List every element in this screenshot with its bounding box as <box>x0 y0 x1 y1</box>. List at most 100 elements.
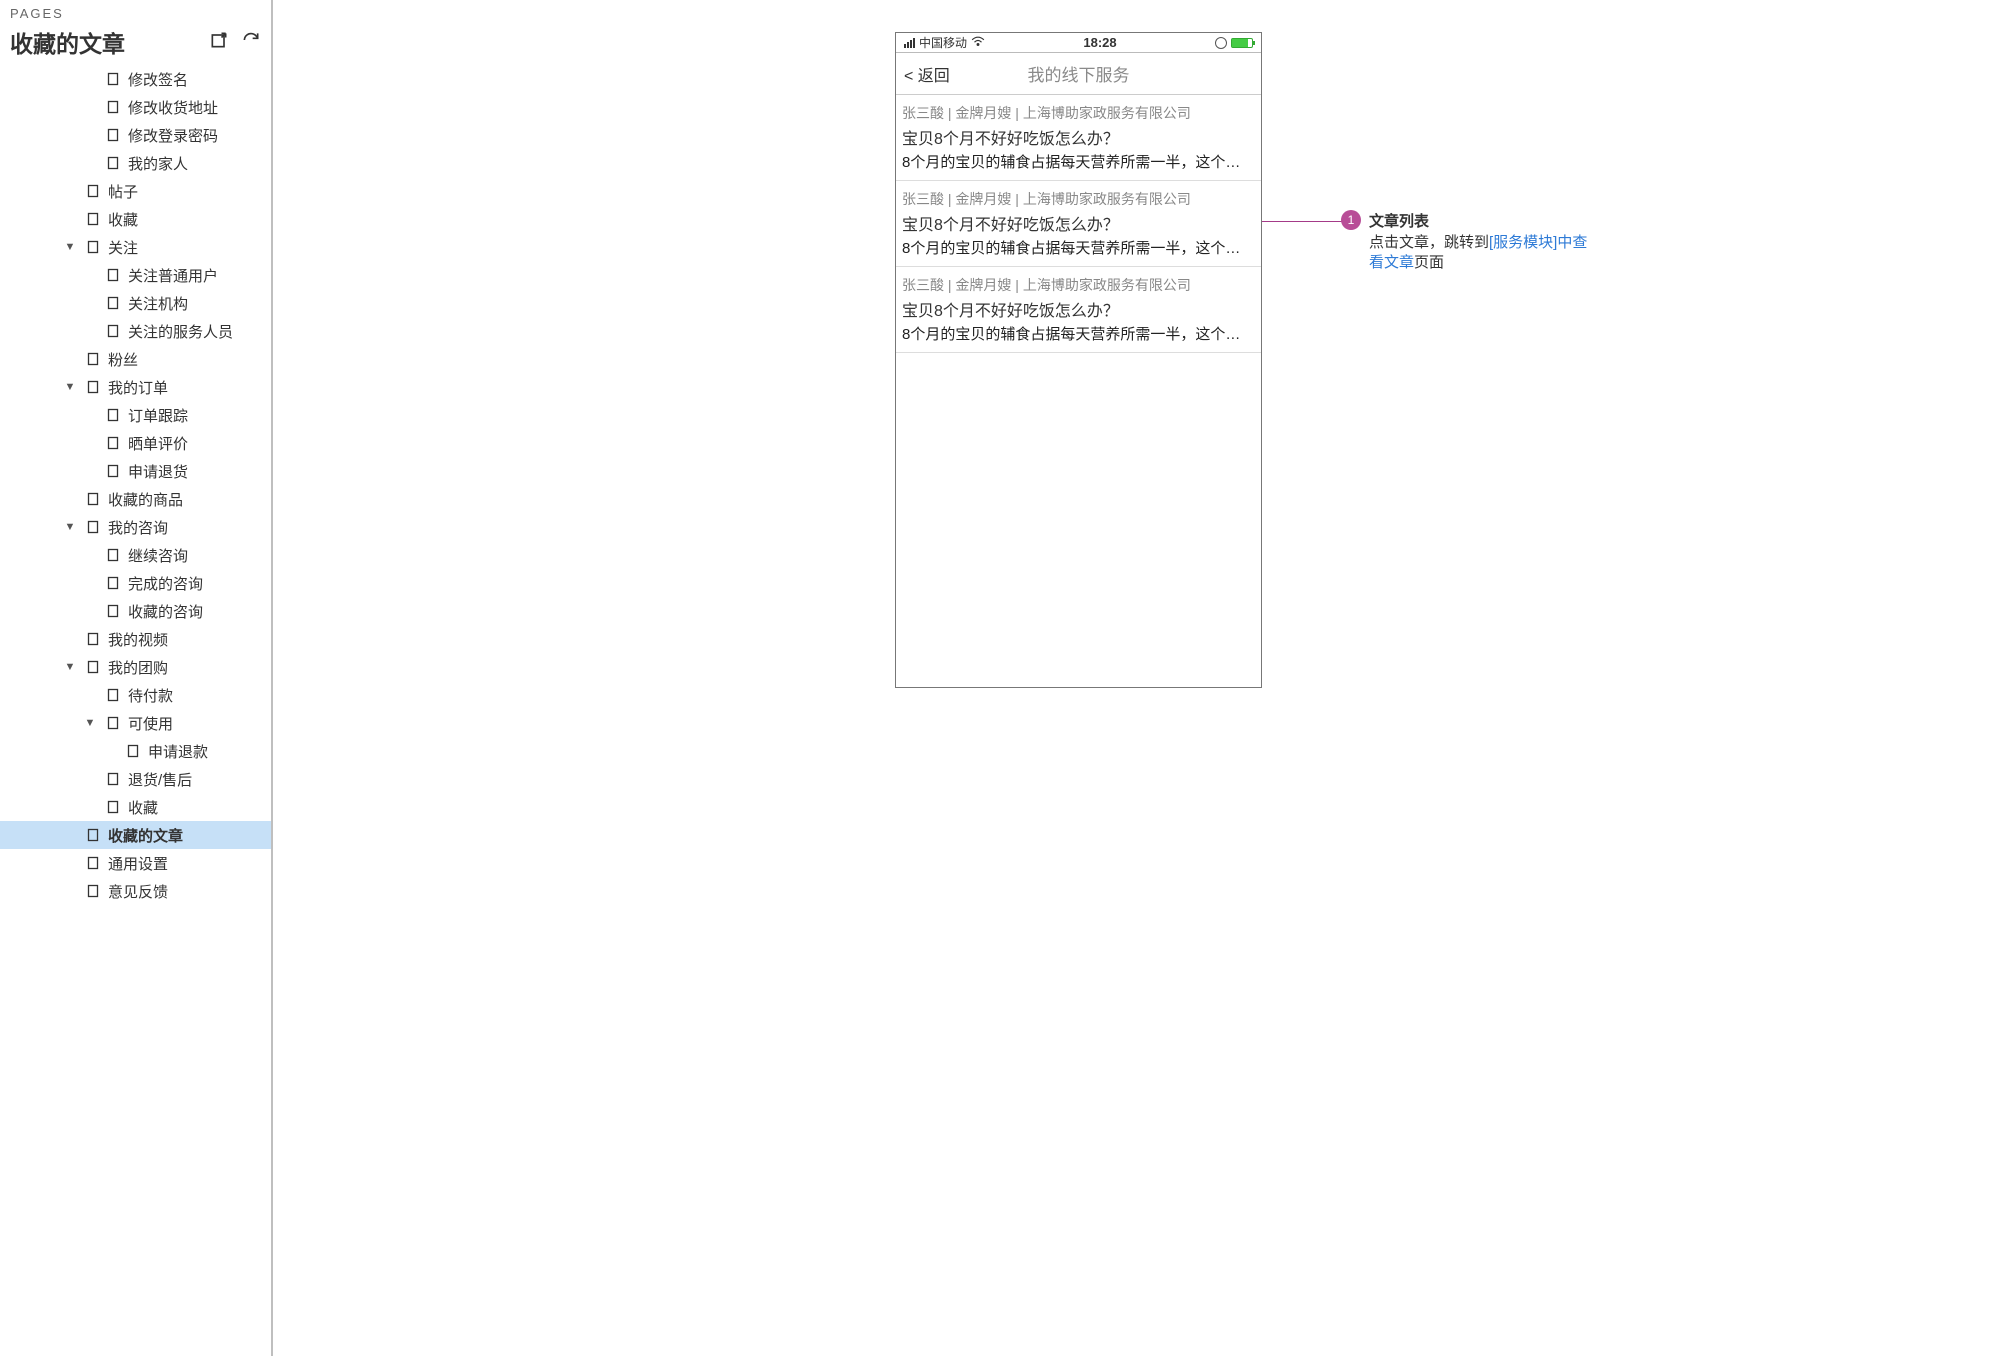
tree-node[interactable]: ▼ 可使用 <box>0 709 271 737</box>
page-icon <box>106 100 120 114</box>
page-icon <box>86 184 100 198</box>
status-bar: 中国移动 18:28 <box>896 33 1261 53</box>
tree-node-label: 关注的服务人员 <box>128 321 233 342</box>
tree-node-label: 可使用 <box>128 713 173 734</box>
tree-node[interactable]: 意见反馈 <box>0 877 271 905</box>
page-icon <box>106 576 120 590</box>
page-icon <box>106 436 120 450</box>
tree-node[interactable]: 关注普通用户 <box>0 261 271 289</box>
page-icon <box>106 800 120 814</box>
page-icon <box>86 884 100 898</box>
tree-node-label: 晒单评价 <box>128 433 188 454</box>
article-meta: 张三酸 | 金牌月嫂 | 上海博助家政服务有限公司 <box>902 103 1255 123</box>
tree-node-label: 通用设置 <box>108 853 168 874</box>
sidebar-header: PAGES 收藏的文章 <box>0 0 271 63</box>
tree-node-label: 我的家人 <box>128 153 188 174</box>
phone-mock: 中国移动 18:28 < 返回 我的线下服务 张三酸 | 金牌月嫂 | 上海博助… <box>895 32 1262 688</box>
tree-node[interactable]: 申请退款 <box>0 737 271 765</box>
page-icon <box>106 156 120 170</box>
page-icon <box>106 408 120 422</box>
tree-node-label: 修改收货地址 <box>128 97 218 118</box>
annotation-text-after: 页面 <box>1414 254 1444 271</box>
page-icon <box>106 772 120 786</box>
canvas: 中国移动 18:28 < 返回 我的线下服务 张三酸 | 金牌月嫂 | 上海博助… <box>273 0 1990 1356</box>
article-item[interactable]: 张三酸 | 金牌月嫂 | 上海博助家政服务有限公司宝贝8个月不好好吃饭怎么办？8… <box>896 181 1261 267</box>
tree-node[interactable]: ▼我的团购 <box>0 653 271 681</box>
article-item[interactable]: 张三酸 | 金牌月嫂 | 上海博助家政服务有限公司宝贝8个月不好好吃饭怎么办？8… <box>896 267 1261 353</box>
chevron-down-icon[interactable]: ▼ <box>64 241 76 253</box>
tree-node-label: 申请退款 <box>148 741 208 762</box>
chevron-down-icon[interactable]: ▼ <box>84 717 96 729</box>
tree-node-label: 退货/售后 <box>128 769 192 790</box>
tree-node[interactable]: 帖子 <box>0 177 271 205</box>
tree-node[interactable]: 订单跟踪 <box>0 401 271 429</box>
tree-node[interactable]: 通用设置 <box>0 849 271 877</box>
page-icon <box>86 492 100 506</box>
tree-node[interactable]: 修改签名 <box>0 65 271 93</box>
tree-node[interactable]: 收藏的文章 <box>0 821 271 849</box>
tree-node[interactable]: 修改收货地址 <box>0 93 271 121</box>
page-icon <box>106 324 120 338</box>
status-time: 18:28 <box>1083 35 1116 50</box>
page-title: 收藏的文章 <box>10 25 125 59</box>
tree-node[interactable]: 完成的咨询 <box>0 569 271 597</box>
tree-node[interactable]: 继续咨询 <box>0 541 271 569</box>
tree-node-label: 帖子 <box>108 181 138 202</box>
tree-node[interactable]: 关注的服务人员 <box>0 317 271 345</box>
article-meta: 张三酸 | 金牌月嫂 | 上海博助家政服务有限公司 <box>902 275 1255 295</box>
tree-node[interactable]: 我的家人 <box>0 149 271 177</box>
title-row: 收藏的文章 <box>10 25 261 59</box>
export-icon[interactable] <box>209 30 229 55</box>
alarm-icon <box>1215 37 1227 49</box>
back-button[interactable]: < 返回 <box>904 62 950 86</box>
refresh-icon[interactable] <box>241 30 261 55</box>
tree-node[interactable]: 收藏 <box>0 205 271 233</box>
tree-node[interactable]: 收藏的咨询 <box>0 597 271 625</box>
annotation-text: 点击文章，跳转到[服务模块]中查看文章页面 <box>1369 233 1589 274</box>
article-meta: 张三酸 | 金牌月嫂 | 上海博助家政服务有限公司 <box>902 189 1255 209</box>
wifi-icon <box>971 35 985 50</box>
tree-node[interactable]: 晒单评价 <box>0 429 271 457</box>
tree-node[interactable]: 退货/售后 <box>0 765 271 793</box>
page-icon <box>86 632 100 646</box>
page-icon <box>86 380 100 394</box>
page-icon <box>106 604 120 618</box>
page-icon <box>106 464 120 478</box>
tree-node-label: 收藏的咨询 <box>128 601 203 622</box>
page-icon <box>86 520 100 534</box>
tree-node[interactable]: 收藏的商品 <box>0 485 271 513</box>
tree-node[interactable]: 收藏 <box>0 793 271 821</box>
tree-node-label: 关注机构 <box>128 293 188 314</box>
article-title: 宝贝8个月不好好吃饭怎么办？ <box>902 125 1255 149</box>
tree-node[interactable]: 粉丝 <box>0 345 271 373</box>
article-item[interactable]: 张三酸 | 金牌月嫂 | 上海博助家政服务有限公司宝贝8个月不好好吃饭怎么办？8… <box>896 95 1261 181</box>
tree-node-label: 我的视频 <box>108 629 168 650</box>
page-icon <box>86 212 100 226</box>
battery-icon <box>1231 38 1253 48</box>
page-icon <box>106 688 120 702</box>
tree-node-label: 修改签名 <box>128 69 188 90</box>
pages-section-label: PAGES <box>10 6 261 21</box>
chevron-down-icon[interactable]: ▼ <box>64 661 76 673</box>
tree-node[interactable]: 修改登录密码 <box>0 121 271 149</box>
annotation-title: 文章列表 <box>1369 210 1589 231</box>
page-icon <box>106 548 120 562</box>
tree-node-label: 收藏 <box>108 209 138 230</box>
tree-node[interactable]: ▼我的订单 <box>0 373 271 401</box>
tree-node-label: 申请退货 <box>128 461 188 482</box>
tree-node-label: 收藏 <box>128 797 158 818</box>
tree-node[interactable]: ▼我的咨询 <box>0 513 271 541</box>
page-icon <box>86 352 100 366</box>
chevron-down-icon[interactable]: ▼ <box>64 521 76 533</box>
tree-node[interactable]: 关注机构 <box>0 289 271 317</box>
tree-node[interactable]: 我的视频 <box>0 625 271 653</box>
article-desc: 8个月的宝贝的辅食占据每天营养所需一半，这个时期饮... <box>902 323 1255 344</box>
page-tree[interactable]: 修改签名修改收货地址修改登录密码我的家人帖子收藏 ▼关注关注普通用户关注机构关注的… <box>0 63 271 1356</box>
tree-node[interactable]: 待付款 <box>0 681 271 709</box>
tree-node[interactable]: ▼关注 <box>0 233 271 261</box>
page-icon <box>126 744 140 758</box>
tree-node[interactable]: 申请退货 <box>0 457 271 485</box>
carrier-label: 中国移动 <box>919 34 967 51</box>
chevron-down-icon[interactable]: ▼ <box>64 381 76 393</box>
page-icon <box>86 856 100 870</box>
